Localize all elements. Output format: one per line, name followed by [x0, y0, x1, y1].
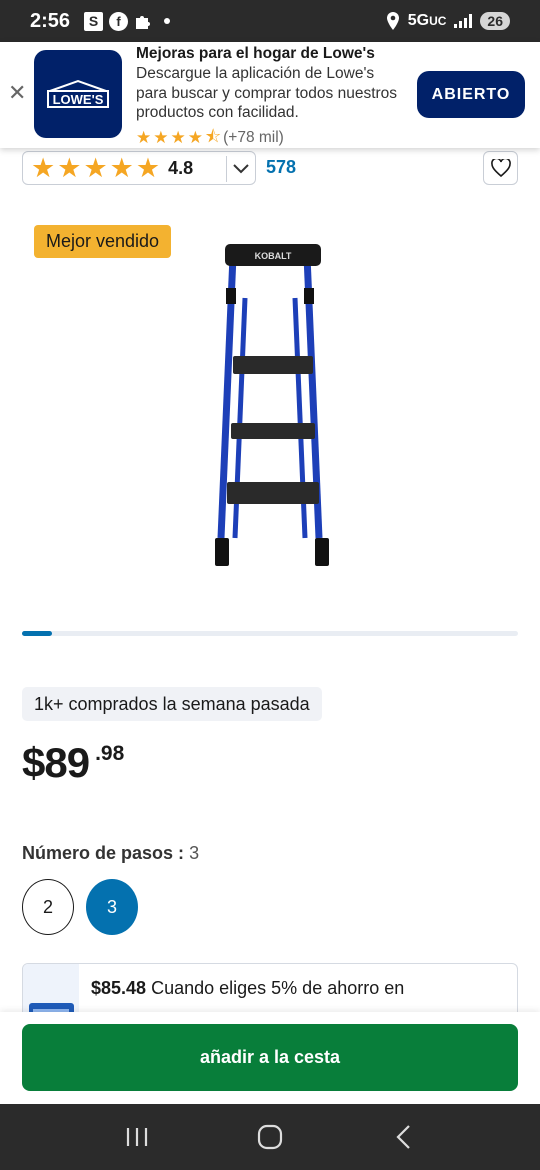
rating-stars: ★ ★ ★ ★ ★ [31, 152, 161, 183]
open-app-button[interactable]: ABIERTO [417, 71, 525, 118]
heart-icon [490, 159, 511, 177]
star-icon: ★ [135, 152, 161, 183]
back-button[interactable] [383, 1117, 423, 1157]
star-icon: ★ [136, 128, 152, 147]
best-seller-badge: Mejor vendido [34, 225, 172, 258]
price-dollars: $89 [22, 739, 90, 786]
banner-text: Mejoras para el hogar de Lowe's Descargu… [136, 44, 406, 153]
steps-label: Número de pasos : 3 [22, 843, 200, 863]
star-icon: ★ [170, 128, 186, 147]
status-right: 5GUC 26 [386, 12, 510, 30]
svg-text:LOWE'S: LOWE'S [53, 92, 104, 107]
carousel-progress-fill [22, 631, 52, 636]
recent-apps-button[interactable] [117, 1117, 157, 1157]
location-icon [386, 12, 399, 30]
facebook-icon: f [109, 11, 129, 31]
close-icon[interactable]: ✕ [8, 82, 26, 104]
home-icon [257, 1124, 283, 1150]
image-carousel-progress [22, 631, 518, 636]
notification-icons: S f [84, 11, 171, 31]
star-icon: ★ [83, 152, 108, 183]
savings-text: $85.48 Cuando eliges 5% de ahorro en [91, 978, 405, 998]
back-icon [396, 1125, 411, 1149]
product-image[interactable]: KOBALT [205, 238, 335, 574]
rating-row: ★ ★ ★ ★ ★ 4.8 578 [22, 151, 518, 185]
star-icon: ★ [187, 128, 203, 147]
recents-icon [126, 1128, 147, 1146]
add-to-cart-bar: añadir a la cesta [0, 1012, 540, 1104]
lowes-logo-mark: LOWE'S [47, 79, 109, 108]
star-icon: ★ [153, 128, 169, 147]
purchased-note: 1k+ comprados la semana pasada [22, 687, 322, 721]
chevron-down-icon[interactable] [231, 157, 251, 181]
star-icon: ★ [57, 152, 82, 183]
home-button[interactable] [250, 1117, 290, 1157]
banner-title: Mejoras para el hogar de Lowe's [136, 45, 375, 62]
lowes-logo: LOWE'S [34, 50, 122, 138]
banner-rating: ★ ★ ★ ★ ⯪ (+78 mil) [136, 124, 406, 153]
battery-indicator: 26 [480, 12, 510, 30]
status-time: 2:56 [30, 9, 71, 32]
steps-selected-value: 3 [189, 843, 200, 863]
rating-value: 4.8 [168, 157, 194, 178]
star-icon: ★ [109, 152, 134, 183]
more-notifications-dot [164, 18, 171, 24]
banner-description: Descargue la aplicación de Lowe's para b… [136, 65, 398, 121]
price-cents: .98 [95, 742, 125, 765]
rating-dropdown[interactable]: ★ ★ ★ ★ ★ 4.8 [22, 151, 256, 185]
star-icon: ★ [31, 152, 56, 183]
status-bar: 2:56 S f 5GUC 26 [0, 0, 540, 42]
price: $89 .98 [22, 738, 124, 788]
svg-text:KOBALT: KOBALT [255, 251, 292, 261]
half-star-icon: ⯪ [205, 126, 222, 146]
step-option-3[interactable]: 3 [86, 879, 138, 935]
puzzle-icon [136, 16, 151, 29]
add-to-cart-button[interactable]: añadir a la cesta [22, 1024, 518, 1091]
s-app-icon: S [84, 11, 104, 31]
system-nav-bar [0, 1104, 540, 1170]
network-label: 5GUC [407, 12, 447, 29]
step-option-2[interactable]: 2 [22, 879, 74, 935]
signal-icon [454, 14, 473, 28]
favorite-button[interactable] [483, 151, 518, 185]
divider [226, 156, 227, 182]
banner-rating-count: (+78 mil) [223, 129, 284, 146]
review-count-link[interactable]: 578 [266, 157, 296, 178]
app-install-banner: ✕ LOWE'S Mejoras para el hogar de Lowe's… [0, 42, 540, 148]
